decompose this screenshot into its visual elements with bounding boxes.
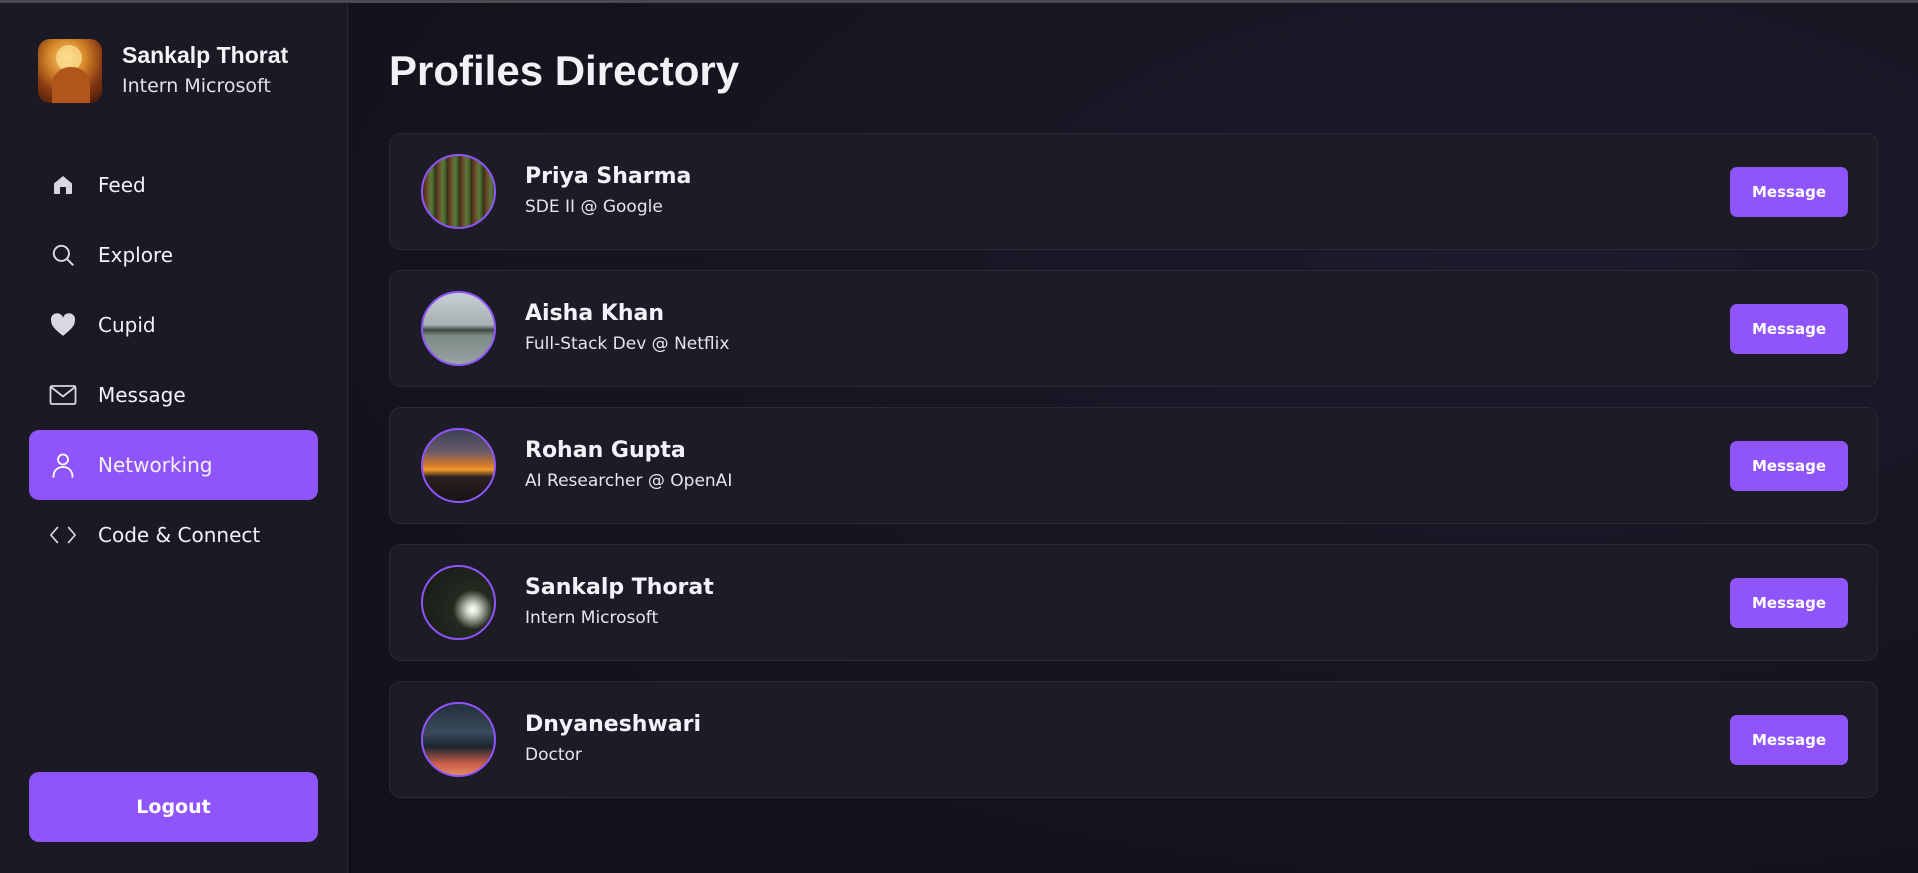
home-icon xyxy=(49,171,77,199)
profile-role: Intern Microsoft xyxy=(122,75,271,97)
profile-name: Priya Sharma xyxy=(525,164,692,189)
sidebar: Sankalp Thorat Intern Microsoft Feed Exp… xyxy=(0,3,348,873)
sidebar-item-feed[interactable]: Feed xyxy=(29,150,318,220)
avatar xyxy=(38,39,102,103)
sidebar-item-label: Explore xyxy=(98,243,174,267)
profile-text: Sankalp Thorat Intern Microsoft xyxy=(122,41,288,101)
sidebar-item-networking[interactable]: Networking xyxy=(29,430,318,500)
sidebar-item-cupid[interactable]: Cupid xyxy=(29,290,318,360)
logout-button[interactable]: Logout xyxy=(29,772,318,842)
profile-card: Rohan Gupta AI Researcher @ OpenAI Messa… xyxy=(389,407,1878,524)
profile-name: Sankalp Thorat xyxy=(122,42,289,68)
profile-avatar[interactable] xyxy=(421,565,496,640)
sidebar-item-label: Feed xyxy=(98,173,146,197)
sidebar-item-code-connect[interactable]: Code & Connect xyxy=(29,500,318,570)
sidebar-item-explore[interactable]: Explore xyxy=(29,220,318,290)
page-title: Profiles Directory xyxy=(389,47,740,94)
profile-name: Sankalp Thorat xyxy=(525,575,714,600)
main-content: Profiles Directory Priya Sharma SDE II @… xyxy=(349,3,1918,873)
app-root: Sankalp Thorat Intern Microsoft Feed Exp… xyxy=(0,0,1918,873)
profile-name: Aisha Khan xyxy=(525,301,665,326)
message-button[interactable]: Message xyxy=(1730,578,1848,628)
profile-card: Aisha Khan Full-Stack Dev @ Netflix Mess… xyxy=(389,270,1878,387)
code-icon xyxy=(49,521,77,549)
profile-avatar[interactable] xyxy=(421,702,496,777)
sidebar-item-label: Cupid xyxy=(98,313,156,337)
user-icon xyxy=(49,451,77,479)
sidebar-item-label: Code & Connect xyxy=(98,523,261,547)
mail-icon xyxy=(49,381,77,409)
message-button[interactable]: Message xyxy=(1730,167,1848,217)
profile-name: Rohan Gupta xyxy=(525,438,686,463)
sidebar-item-message[interactable]: Message xyxy=(29,360,318,430)
profile-name: Dnyaneshwari xyxy=(525,712,702,737)
sidebar-item-label: Networking xyxy=(98,453,213,477)
message-button[interactable]: Message xyxy=(1730,715,1848,765)
profile-role: SDE II @ Google xyxy=(525,197,663,217)
profile-avatar[interactable] xyxy=(421,291,496,366)
current-user-profile[interactable]: Sankalp Thorat Intern Microsoft xyxy=(38,39,288,103)
profile-avatar[interactable] xyxy=(421,428,496,503)
heart-icon xyxy=(49,311,77,339)
message-button[interactable]: Message xyxy=(1730,304,1848,354)
profile-card: Sankalp Thorat Intern Microsoft Message xyxy=(389,544,1878,661)
sidebar-nav: Feed Explore Cupid Message Networking Co… xyxy=(29,150,318,570)
avatar-figure xyxy=(52,67,90,103)
profile-card: Priya Sharma SDE II @ Google Message xyxy=(389,133,1878,250)
profile-avatar[interactable] xyxy=(421,154,496,229)
message-button[interactable]: Message xyxy=(1730,441,1848,491)
sidebar-item-label: Message xyxy=(98,383,186,407)
search-icon xyxy=(49,241,77,269)
profile-role: Intern Microsoft xyxy=(525,608,659,628)
profile-card: Dnyaneshwari Doctor Message xyxy=(389,681,1878,798)
profile-role: Full-Stack Dev @ Netflix xyxy=(525,334,730,354)
profile-role: Doctor xyxy=(525,745,582,765)
profile-role: AI Researcher @ OpenAI xyxy=(525,471,733,491)
